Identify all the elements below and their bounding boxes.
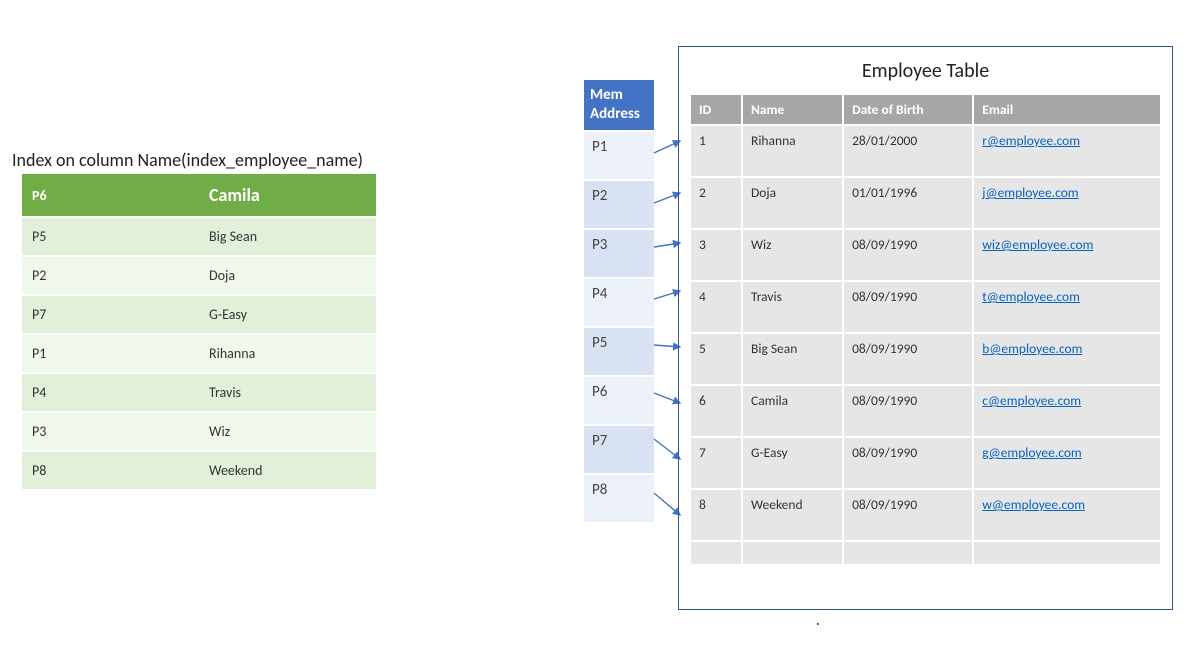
index-row: P2Doja: [22, 256, 376, 295]
employee-table-container: Employee Table ID Name Date of Birth Ema…: [678, 46, 1173, 610]
cell-dob: 08/09/1990: [843, 333, 973, 385]
employee-row: 4Travis08/09/1990 t@employee.com: [690, 281, 1161, 333]
cell-id: 5: [690, 333, 742, 385]
mem-address-column: P1 P2 P3 P4 P5 P6 P7 P8: [584, 132, 654, 524]
col-dob: Date of Birth: [843, 94, 973, 125]
email-link[interactable]: c@employee.com: [982, 392, 1081, 409]
employee-row: 1Rihanna28/01/2000 r@employee.com: [690, 125, 1161, 177]
index-header-ptr: P6: [22, 174, 199, 217]
email-link[interactable]: wiz@employee.com: [982, 236, 1093, 253]
mem-cell: P5: [584, 328, 654, 377]
index-row: P7G-Easy: [22, 295, 376, 334]
col-email: Email: [973, 94, 1161, 125]
index-ptr: P7: [22, 295, 199, 334]
index-row: P4Travis: [22, 373, 376, 412]
red-marker: .: [816, 612, 820, 629]
cell-name: Weekend: [742, 489, 843, 541]
cell-name: Rihanna: [742, 125, 843, 177]
employee-empty-row: [690, 541, 1161, 565]
mem-cell: P4: [584, 279, 654, 328]
cell-id: 2: [690, 177, 742, 229]
employee-header-row: ID Name Date of Birth Email: [690, 94, 1161, 125]
cell-email: r@employee.com: [973, 125, 1161, 177]
employee-title: Employee Table: [689, 59, 1162, 83]
cell-dob: 08/09/1990: [843, 385, 973, 437]
employee-row: 5Big Sean08/09/1990 b@employee.com: [690, 333, 1161, 385]
mem-address-header: Mem Address: [584, 80, 654, 132]
index-name: Rihanna: [199, 334, 376, 373]
mem-cell: P3: [584, 230, 654, 279]
cell-name: Doja: [742, 177, 843, 229]
index-row: P8Weekend: [22, 451, 376, 490]
employee-row: 3Wiz08/09/1990 wiz@employee.com: [690, 229, 1161, 281]
cell-email: j@employee.com: [973, 177, 1161, 229]
cell-id: 8: [690, 489, 742, 541]
employee-table: ID Name Date of Birth Email 1Rihanna28/0…: [689, 93, 1162, 566]
cell-dob: 01/01/1996: [843, 177, 973, 229]
index-title: Index on column Name(index_employee_name…: [12, 149, 363, 171]
employee-row: 8Weekend08/09/1990 w@employee.com: [690, 489, 1161, 541]
cell-id: 1: [690, 125, 742, 177]
index-row: P5Big Sean: [22, 217, 376, 256]
index-ptr: P3: [22, 412, 199, 451]
index-table: P6 Camila P5Big Sean P2Doja P7G-Easy P1R…: [22, 174, 376, 491]
employee-row: 2Doja01/01/1996 j@employee.com: [690, 177, 1161, 229]
index-name: Weekend: [199, 451, 376, 490]
cell-email: c@employee.com: [973, 385, 1161, 437]
email-link[interactable]: t@employee.com: [982, 288, 1080, 305]
mem-label-line2: Address: [590, 105, 640, 123]
mem-cell: P6: [584, 377, 654, 426]
email-link[interactable]: j@employee.com: [982, 184, 1078, 201]
index-ptr: P2: [22, 256, 199, 295]
cell-name: Travis: [742, 281, 843, 333]
email-link[interactable]: b@employee.com: [982, 340, 1082, 357]
employee-row: 6Camila08/09/1990 c@employee.com: [690, 385, 1161, 437]
index-name: Doja: [199, 256, 376, 295]
cell-email: t@employee.com: [973, 281, 1161, 333]
cell-name: Big Sean: [742, 333, 843, 385]
mem-cell: P2: [584, 181, 654, 230]
email-link[interactable]: g@employee.com: [982, 444, 1081, 461]
index-header-row: P6 Camila: [22, 174, 376, 217]
cell-dob: 08/09/1990: [843, 437, 973, 489]
index-ptr: P5: [22, 217, 199, 256]
email-link[interactable]: r@employee.com: [982, 132, 1080, 149]
cell-dob: 08/09/1990: [843, 229, 973, 281]
mem-label-line1: Mem: [590, 86, 623, 104]
index-row: P3Wiz: [22, 412, 376, 451]
cell-name: G-Easy: [742, 437, 843, 489]
cell-name: Wiz: [742, 229, 843, 281]
cell-dob: 08/09/1990: [843, 281, 973, 333]
index-name: Wiz: [199, 412, 376, 451]
index-ptr: P1: [22, 334, 199, 373]
cell-id: 7: [690, 437, 742, 489]
cell-email: wiz@employee.com: [973, 229, 1161, 281]
index-ptr: P4: [22, 373, 199, 412]
mem-cell: P8: [584, 475, 654, 524]
cell-dob: 28/01/2000: [843, 125, 973, 177]
col-id: ID: [690, 94, 742, 125]
index-ptr: P8: [22, 451, 199, 490]
cell-dob: 08/09/1990: [843, 489, 973, 541]
index-name: Big Sean: [199, 217, 376, 256]
cell-id: 6: [690, 385, 742, 437]
mem-cell: P1: [584, 132, 654, 181]
cell-name: Camila: [742, 385, 843, 437]
cell-email: w@employee.com: [973, 489, 1161, 541]
cell-id: 4: [690, 281, 742, 333]
employee-row: 7G-Easy08/09/1990 g@employee.com: [690, 437, 1161, 489]
cell-id: 3: [690, 229, 742, 281]
cell-email: g@employee.com: [973, 437, 1161, 489]
email-link[interactable]: w@employee.com: [982, 496, 1085, 513]
index-name: G-Easy: [199, 295, 376, 334]
index-header-name: Camila: [199, 174, 376, 217]
index-row: P1Rihanna: [22, 334, 376, 373]
index-name: Travis: [199, 373, 376, 412]
mem-cell: P7: [584, 426, 654, 475]
cell-email: b@employee.com: [973, 333, 1161, 385]
col-name: Name: [742, 94, 843, 125]
